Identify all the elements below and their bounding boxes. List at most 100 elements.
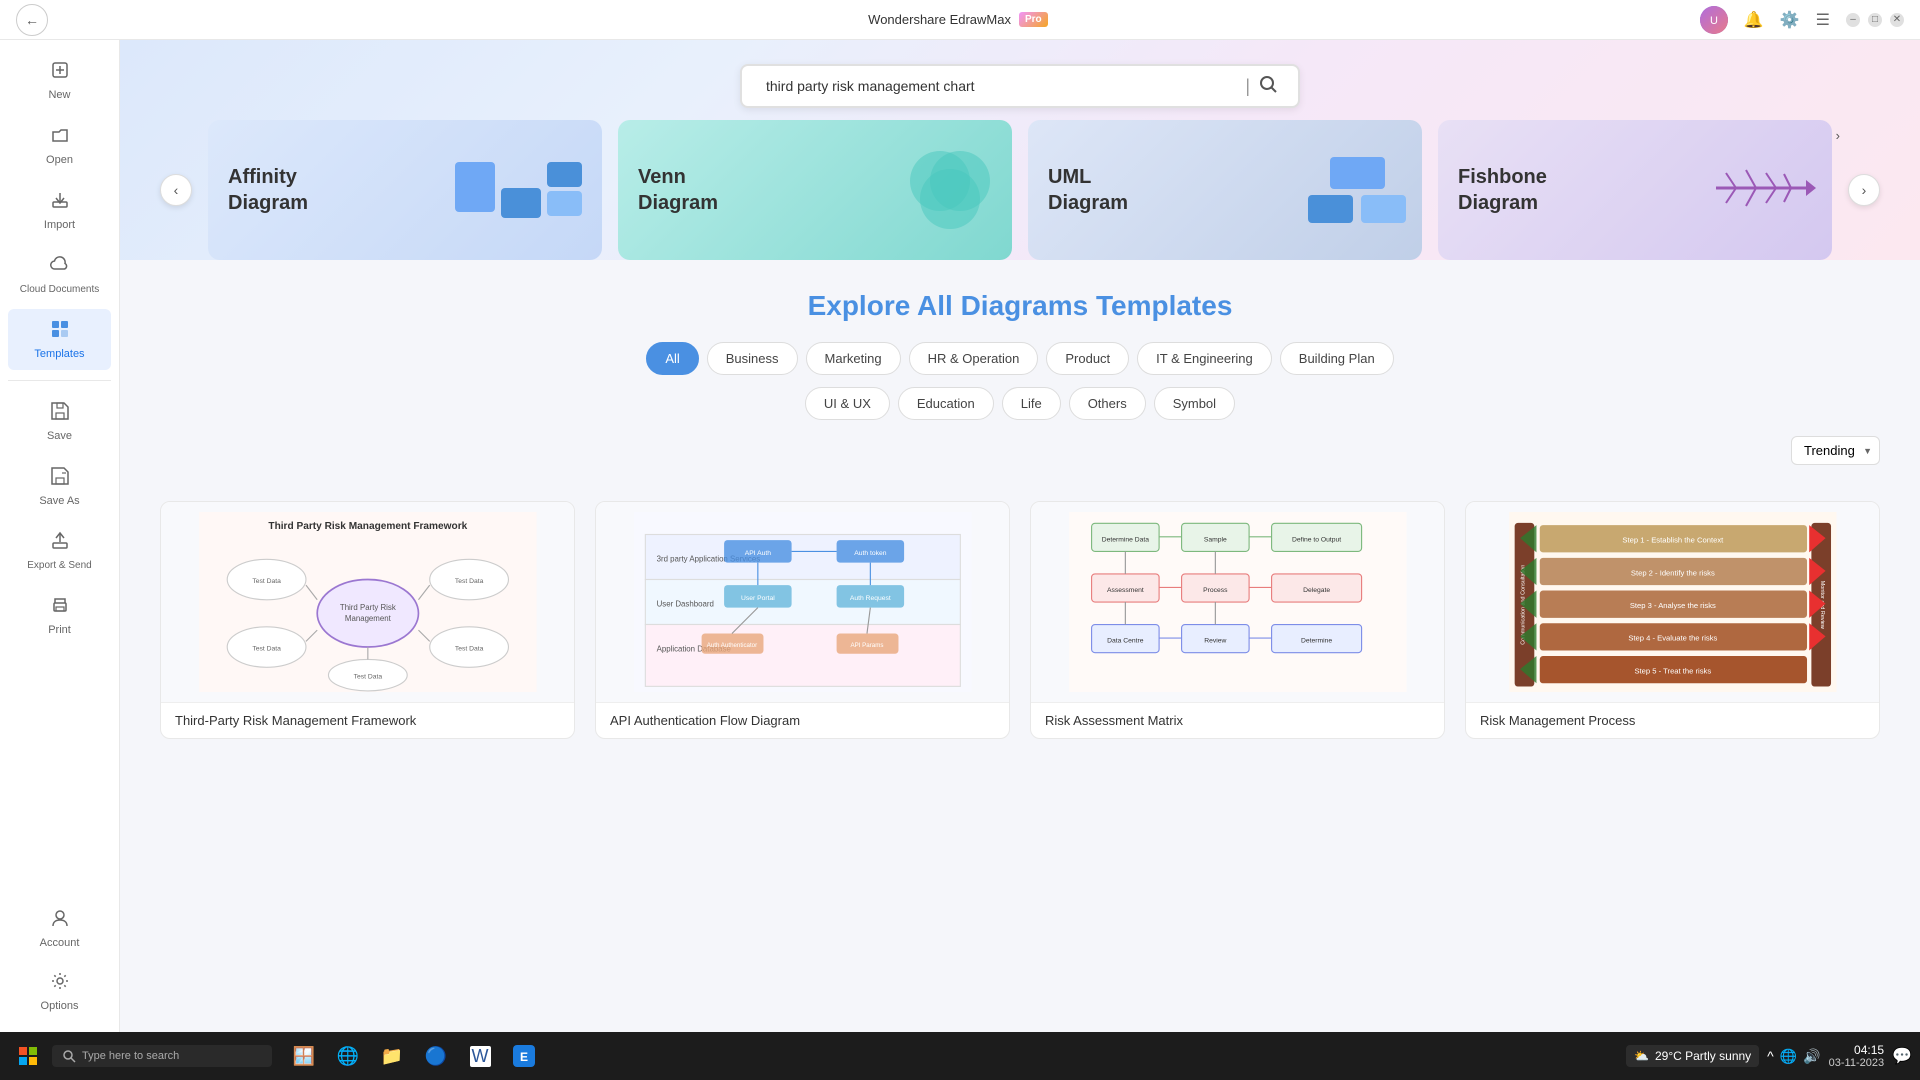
maximize-button[interactable]: □ (1868, 13, 1882, 27)
taskbar-weather: ⛅ 29°C Partly sunny (1626, 1045, 1759, 1067)
filter-others[interactable]: Others (1069, 387, 1146, 420)
titlebar-right: U 🔔 ⚙️ ☰ – □ ✕ (1700, 6, 1904, 34)
sidebar-item-save[interactable]: Save (8, 391, 111, 452)
taskbar-app-word[interactable]: W (460, 1036, 500, 1076)
svg-text:Test Data: Test Data (454, 578, 483, 585)
sidebar-item-open[interactable]: Open (8, 115, 111, 176)
carousel-card-fishbone[interactable]: FishboneDiagram (1438, 120, 1832, 260)
taskbar-search-box[interactable]: Type here to search (52, 1045, 272, 1067)
sidebar-item-options-label: Options (41, 1000, 79, 1012)
sidebar-item-cloud-label: Cloud Documents (20, 284, 99, 295)
svg-text:Define to Output: Define to Output (1292, 536, 1341, 543)
filter-tabs-row1: All Business Marketing HR & Operation Pr… (160, 342, 1880, 375)
explore-title: Explore All Diagrams Templates (160, 290, 1880, 322)
template-card-2-label: API Authentication Flow Diagram (596, 702, 1009, 738)
carousel-card-venn-title: VennDiagram (638, 164, 718, 216)
sort-select[interactable]: Trending Newest Popular (1791, 436, 1880, 465)
taskbar-app-windows[interactable]: 🪟 (284, 1036, 324, 1076)
filter-ui[interactable]: UI & UX (805, 387, 890, 420)
clock-time: 04:15 (1829, 1043, 1884, 1057)
template-card-4[interactable]: Communication and Consultation Monitor a… (1465, 501, 1880, 739)
filter-it[interactable]: IT & Engineering (1137, 342, 1272, 375)
notification-icon[interactable]: 🔔 (1744, 10, 1764, 30)
sidebar-item-saveas[interactable]: Save As (8, 456, 111, 517)
filter-symbol[interactable]: Symbol (1154, 387, 1235, 420)
sidebar-item-export[interactable]: Export & Send (8, 521, 111, 581)
carousel-section: All Collections › ‹ AffinityDiagram (160, 108, 1880, 260)
svg-text:Management: Management (345, 614, 392, 623)
svg-text:User Dashboard: User Dashboard (656, 600, 713, 609)
template-card-1[interactable]: Third Party Risk Management Framework Th… (160, 501, 575, 739)
sidebar-item-new[interactable]: New (8, 50, 111, 111)
svg-text:Data Centre: Data Centre (1107, 638, 1144, 645)
carousel-card-affinity-title: AffinityDiagram (228, 164, 308, 216)
filter-business[interactable]: Business (707, 342, 798, 375)
content-area: | All Collections › ‹ AffinityDiagram (120, 40, 1920, 1032)
template-card-3[interactable]: Determine Data Sample Define to Output A… (1030, 501, 1445, 739)
sidebar-item-print[interactable]: Print (8, 585, 111, 646)
minimize-button[interactable]: – (1846, 13, 1860, 27)
chevron-up-icon[interactable]: ^ (1767, 1048, 1774, 1064)
start-button[interactable] (8, 1036, 48, 1076)
taskbar-apps: 🪟 🌐 📁 🔵 W E (284, 1036, 544, 1076)
sidebar-item-options[interactable]: Options (8, 961, 111, 1022)
svg-text:Assessment: Assessment (1107, 587, 1144, 594)
carousel-container: ‹ AffinityDiagram (160, 120, 1880, 260)
user-avatar[interactable]: U (1700, 6, 1728, 34)
svg-text:Auth Authenticator: Auth Authenticator (706, 642, 756, 649)
svg-text:Step 4 - Evaluate the risks: Step 4 - Evaluate the risks (1628, 634, 1717, 643)
sidebar-bottom: Account Options (0, 896, 119, 1024)
svg-text:E: E (520, 1050, 528, 1064)
taskbar-app-explorer[interactable]: 📁 (372, 1036, 412, 1076)
sidebar-divider (8, 380, 111, 381)
filter-product[interactable]: Product (1046, 342, 1129, 375)
sort-wrapper: Trending Newest Popular (1791, 436, 1880, 465)
menu-icon[interactable]: ☰ (1816, 10, 1830, 30)
sidebar-item-templates[interactable]: Templates (8, 309, 111, 370)
search-button[interactable] (1254, 70, 1282, 103)
carousel-prev-button[interactable]: ‹ (160, 174, 192, 206)
filter-life[interactable]: Life (1002, 387, 1061, 420)
settings-icon[interactable]: ⚙️ (1780, 10, 1800, 30)
print-icon (50, 595, 70, 620)
svg-text:Test Data: Test Data (252, 578, 281, 585)
taskbar-clock[interactable]: 04:15 03-11-2023 (1829, 1043, 1884, 1069)
carousel-card-uml[interactable]: UMLDiagram (1028, 120, 1422, 260)
network-icon[interactable]: 🌐 (1780, 1048, 1797, 1065)
sidebar-item-cloud[interactable]: Cloud Documents (8, 245, 111, 305)
filter-hr[interactable]: HR & Operation (909, 342, 1039, 375)
saveas-icon (50, 466, 70, 491)
template-card-2[interactable]: 3rd party Application Services User Dash… (595, 501, 1010, 739)
filter-marketing[interactable]: Marketing (806, 342, 901, 375)
open-icon (50, 125, 70, 150)
taskbar-app-edraw[interactable]: E (504, 1036, 544, 1076)
carousel-next-button[interactable]: › (1848, 174, 1880, 206)
affinity-illustration (455, 162, 582, 218)
taskbar-app-chrome[interactable]: 🔵 (416, 1036, 456, 1076)
back-button[interactable]: ← (16, 4, 48, 36)
sidebar-item-account-label: Account (40, 937, 80, 949)
taskbar-app-browser[interactable]: 🌐 (328, 1036, 368, 1076)
taskbar-sys-icons: ^ 🌐 🔊 (1767, 1048, 1820, 1065)
carousel-card-affinity[interactable]: AffinityDiagram (208, 120, 602, 260)
close-button[interactable]: ✕ (1890, 13, 1904, 27)
options-icon (50, 971, 70, 996)
svg-text:User Portal: User Portal (741, 595, 775, 602)
filter-all[interactable]: All (646, 342, 698, 375)
notification-bell-icon[interactable]: 💬 (1892, 1046, 1912, 1066)
explore-title-colored: All Diagrams Templates (917, 290, 1232, 321)
carousel-card-venn[interactable]: VennDiagram (618, 120, 1012, 260)
filter-building[interactable]: Building Plan (1280, 342, 1394, 375)
filter-education[interactable]: Education (898, 387, 994, 420)
volume-icon[interactable]: 🔊 (1803, 1048, 1820, 1065)
carousel-card-uml-title: UMLDiagram (1048, 164, 1128, 216)
sidebar-item-account[interactable]: Account (8, 898, 111, 959)
templates-grid: Third Party Risk Management Framework Th… (120, 501, 1920, 769)
sidebar-item-import[interactable]: Import (8, 180, 111, 241)
search-input[interactable] (758, 66, 1241, 106)
taskbar: Type here to search 🪟 🌐 📁 🔵 W E ⛅ 29°C P… (0, 1032, 1920, 1080)
search-bar: | (740, 64, 1300, 108)
save-icon (50, 401, 70, 426)
template-card-4-label: Risk Management Process (1466, 702, 1879, 738)
weather-icon: ⛅ (1634, 1049, 1649, 1063)
